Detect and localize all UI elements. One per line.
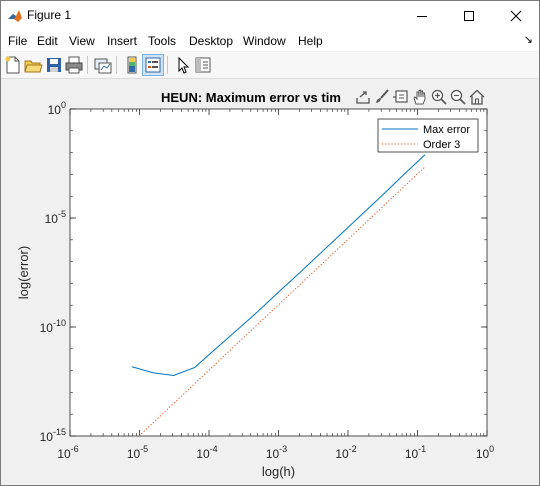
data-tips-icon <box>393 90 408 103</box>
chart-title: HEUN: Maximum error vs tim <box>161 90 341 105</box>
pan-button[interactable] <box>411 88 429 106</box>
restore-view-button[interactable] <box>468 88 486 106</box>
x-tick-label: 100 <box>476 444 494 461</box>
zoom-out-button[interactable] <box>449 88 467 106</box>
legend-label: Max error <box>423 124 470 136</box>
pan-hand-icon <box>413 89 426 105</box>
data-tips-button[interactable] <box>392 88 410 106</box>
export-button[interactable] <box>354 88 372 106</box>
zoom-in-button[interactable] <box>430 88 448 106</box>
restore-view-home-icon <box>469 89 485 105</box>
y-tick-label: 10-5 <box>45 209 66 226</box>
plot-canvas[interactable]: 10-6 10-5 10-4 10-3 10-2 10-1 100 10-1510-1010… <box>0 0 540 486</box>
y-tick-labels: 10-15 10-10 10-5 100 <box>40 100 66 444</box>
x-tick-label: 10-5 <box>127 444 148 461</box>
zoom-in-icon <box>431 89 447 105</box>
x-tick-label: 10-2 <box>335 444 356 461</box>
axes-box[interactable] <box>69 108 488 437</box>
legend[interactable]: Max error Order 3 <box>377 118 479 153</box>
brush-icon <box>376 89 389 103</box>
y-axis-label: log(error) <box>16 246 31 299</box>
axes-toolbar <box>352 86 492 108</box>
x-axis-label: log(h) <box>262 464 295 479</box>
zoom-out-icon <box>450 89 466 105</box>
y-tick-label: 10-10 <box>40 318 66 335</box>
brush-button[interactable] <box>373 88 391 106</box>
export-icon <box>356 91 370 104</box>
x-tick-labels: 10-6 10-5 10-4 10-3 10-2 10-1 100 <box>57 444 494 461</box>
y-tick-label: 10-15 <box>40 427 66 444</box>
x-tick-label: 10-1 <box>405 444 426 461</box>
x-tick-label: 10-6 <box>57 444 78 461</box>
x-tick-label: 10-3 <box>266 444 287 461</box>
y-tick-label: 100 <box>48 100 66 117</box>
x-tick-label: 10-4 <box>196 444 217 461</box>
legend-label: Order 3 <box>423 139 460 151</box>
